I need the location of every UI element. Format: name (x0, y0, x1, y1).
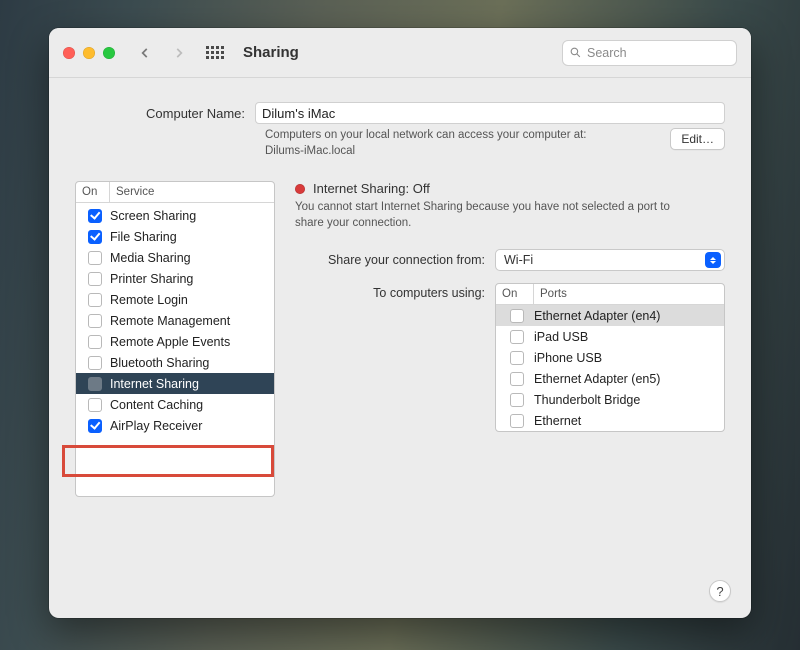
services-col-on: On (76, 182, 110, 202)
service-checkbox[interactable] (88, 209, 102, 223)
port-row[interactable]: iPhone USB (496, 347, 724, 368)
port-row[interactable]: Ethernet Adapter (en4) (496, 305, 724, 326)
service-row[interactable]: Screen Sharing (76, 205, 274, 226)
service-label: AirPlay Receiver (110, 419, 202, 433)
service-label: Remote Login (110, 293, 188, 307)
service-label: Content Caching (110, 398, 203, 412)
service-checkbox[interactable] (88, 251, 102, 265)
search-icon (569, 46, 582, 59)
ports-col-on: On (496, 284, 534, 304)
service-checkbox[interactable] (88, 335, 102, 349)
port-label: iPhone USB (534, 351, 602, 365)
note-line-2: Dilums-iMac.local (265, 144, 656, 160)
back-button[interactable] (133, 41, 157, 65)
status-label: Internet Sharing: Off (313, 181, 430, 196)
forward-button[interactable] (167, 41, 191, 65)
titlebar: Sharing (49, 28, 751, 78)
window-title: Sharing (243, 44, 299, 61)
service-checkbox[interactable] (88, 377, 102, 391)
port-row[interactable]: Ethernet (496, 410, 724, 431)
show-all-icon[interactable] (203, 41, 227, 65)
search-field[interactable] (562, 40, 737, 66)
service-checkbox[interactable] (88, 272, 102, 286)
status-dot-icon (295, 184, 305, 194)
services-list: On Service Screen Sharing File Sharing Med… (75, 181, 275, 497)
share-from-value: Wi-Fi (504, 253, 533, 267)
chevron-updown-icon (705, 252, 721, 268)
service-checkbox[interactable] (88, 398, 102, 412)
detail-pane: Internet Sharing: Off You cannot start I… (295, 181, 725, 444)
service-row[interactable]: Media Sharing (76, 247, 274, 268)
port-label: Thunderbolt Bridge (534, 393, 640, 407)
port-label: iPad USB (534, 330, 588, 344)
service-label: Screen Sharing (110, 209, 196, 223)
service-row[interactable]: Bluetooth Sharing (76, 352, 274, 373)
zoom-icon[interactable] (103, 47, 115, 59)
edit-button[interactable]: Edit… (670, 128, 725, 150)
computer-name-row: Computer Name: (75, 102, 725, 124)
service-row[interactable]: Remote Login (76, 289, 274, 310)
service-row[interactable]: Internet Sharing (76, 373, 274, 394)
service-row[interactable]: Content Caching (76, 394, 274, 415)
service-row[interactable]: Remote Apple Events (76, 331, 274, 352)
port-label: Ethernet Adapter (en5) (534, 372, 660, 386)
computer-name-label: Computer Name: (75, 106, 255, 121)
service-row[interactable]: AirPlay Receiver (76, 415, 274, 436)
ports-list: On Ports Ethernet Adapter (en4) iPad USB i… (495, 283, 725, 432)
port-label: Ethernet Adapter (en4) (534, 309, 660, 323)
port-label: Ethernet (534, 414, 581, 428)
status-description: You cannot start Internet Sharing becaus… (295, 200, 695, 231)
close-icon[interactable] (63, 47, 75, 59)
service-label: Remote Apple Events (110, 335, 230, 349)
computer-name-input[interactable] (255, 102, 725, 124)
port-checkbox[interactable] (510, 414, 524, 428)
service-label: Internet Sharing (110, 377, 199, 391)
content-area: Computer Name: Computers on your local n… (49, 78, 751, 618)
service-label: Bluetooth Sharing (110, 356, 209, 370)
share-from-label: Share your connection from: (295, 253, 495, 267)
port-checkbox[interactable] (510, 393, 524, 407)
service-row[interactable]: Printer Sharing (76, 268, 274, 289)
to-computers-label: To computers using: (295, 283, 495, 300)
port-checkbox[interactable] (510, 372, 524, 386)
port-checkbox[interactable] (510, 309, 524, 323)
service-label: Printer Sharing (110, 272, 193, 286)
port-checkbox[interactable] (510, 351, 524, 365)
services-col-service: Service (110, 182, 274, 202)
port-row[interactable]: iPad USB (496, 326, 724, 347)
service-label: Remote Management (110, 314, 230, 328)
service-checkbox[interactable] (88, 356, 102, 370)
service-row[interactable]: Remote Management (76, 310, 274, 331)
search-input[interactable] (587, 46, 730, 60)
window-controls (63, 47, 115, 59)
service-label: File Sharing (110, 230, 177, 244)
ports-col-ports: Ports (534, 284, 724, 304)
service-checkbox[interactable] (88, 293, 102, 307)
help-button[interactable]: ? (709, 580, 731, 602)
service-checkbox[interactable] (88, 230, 102, 244)
preferences-window: Sharing Computer Name: Computers on your… (49, 28, 751, 618)
port-row[interactable]: Ethernet Adapter (en5) (496, 368, 724, 389)
service-checkbox[interactable] (88, 314, 102, 328)
note-line-1: Computers on your local network can acce… (265, 128, 656, 144)
computer-name-note: Computers on your local network can acce… (265, 128, 725, 159)
service-checkbox[interactable] (88, 419, 102, 433)
service-row[interactable]: File Sharing (76, 226, 274, 247)
service-label: Media Sharing (110, 251, 191, 265)
share-from-select[interactable]: Wi-Fi (495, 249, 725, 271)
minimize-icon[interactable] (83, 47, 95, 59)
port-row[interactable]: Thunderbolt Bridge (496, 389, 724, 410)
port-checkbox[interactable] (510, 330, 524, 344)
